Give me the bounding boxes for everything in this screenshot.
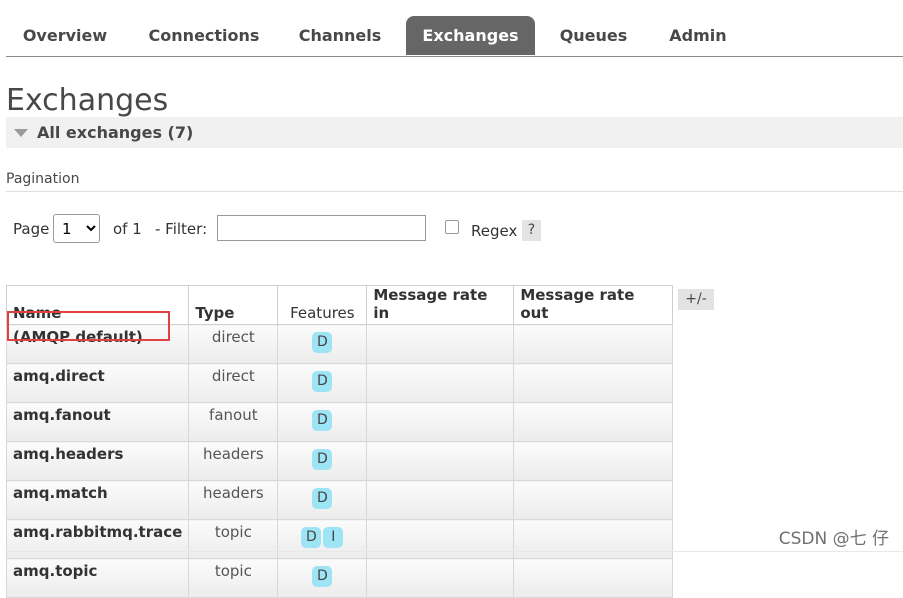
main-nav: Overview Connections Channels Exchanges … — [6, 16, 903, 57]
exchange-features: D — [277, 363, 368, 403]
toggle-columns-button[interactable]: +/- — [678, 289, 714, 310]
rate-in-cell — [366, 363, 515, 403]
exchange-features: D — [277, 480, 368, 520]
internal-badge: I — [323, 527, 344, 548]
exchange-type: direct — [188, 324, 279, 364]
filter-label: - Filter: — [155, 220, 208, 238]
exchange-type: topic — [188, 558, 279, 598]
exchange-name-link[interactable]: amq.topic — [5, 558, 190, 598]
durable-badge: D — [312, 566, 333, 587]
filter-input[interactable] — [217, 215, 426, 241]
column-header-rate-out[interactable]: Message rate out — [513, 285, 674, 325]
durable-badge: D — [301, 527, 322, 548]
exchange-features: D — [277, 324, 368, 364]
exchange-type: fanout — [188, 402, 279, 442]
rate-in-cell — [366, 402, 515, 442]
rate-out-cell — [513, 519, 674, 559]
all-exchanges-toggle[interactable]: All exchanges (7) — [6, 117, 903, 148]
rate-in-cell — [366, 519, 515, 559]
table-row: amq.match headers D — [5, 480, 674, 520]
divider — [6, 551, 903, 552]
column-header-rate-in[interactable]: Message rate in — [366, 285, 515, 325]
rate-out-cell — [513, 480, 674, 520]
exchange-type: direct — [188, 363, 279, 403]
page-title: Exchanges — [6, 83, 169, 118]
table-header-row: Name Type Features Message rate in Messa… — [5, 285, 674, 325]
section-label: All exchanges (7) — [37, 123, 194, 142]
table-row: amq.headers headers D — [5, 441, 674, 481]
exchange-name-link[interactable]: amq.match — [5, 480, 190, 520]
table-row: (AMQP default) direct D — [5, 324, 674, 364]
rate-in-cell — [366, 480, 515, 520]
watermark: CSDN @七 仔 — [778, 529, 889, 549]
page-select[interactable]: 1 — [53, 214, 100, 243]
tab-admin[interactable]: Admin — [654, 16, 742, 55]
rate-out-cell — [513, 324, 674, 364]
rate-out-cell — [513, 441, 674, 481]
regex-help-button[interactable]: ? — [522, 220, 541, 241]
rate-out-cell — [513, 402, 674, 442]
page-count-label: of 1 — [113, 220, 142, 238]
exchange-name-link[interactable]: amq.rabbitmq.trace — [5, 519, 190, 559]
exchange-type: headers — [188, 480, 279, 520]
pagination-heading: Pagination — [6, 168, 903, 192]
page-label: Page — [13, 220, 50, 238]
tab-connections[interactable]: Connections — [134, 16, 274, 55]
rate-out-cell — [513, 558, 674, 598]
exchange-name-link[interactable]: amq.fanout — [5, 402, 190, 442]
exchange-name-link[interactable]: amq.headers — [5, 441, 190, 481]
durable-badge: D — [312, 410, 333, 431]
exchange-features: DI — [277, 519, 368, 559]
rate-in-cell — [366, 324, 515, 364]
exchange-type: headers — [188, 441, 279, 481]
regex-label: Regex — [471, 222, 518, 240]
tab-overview[interactable]: Overview — [6, 16, 124, 55]
exchange-name-link[interactable]: (AMQP default) — [5, 324, 190, 364]
collapse-triangle-icon — [14, 129, 28, 137]
table-row: amq.topic topic D — [5, 558, 674, 598]
tab-exchanges[interactable]: Exchanges — [406, 16, 535, 55]
durable-badge: D — [312, 488, 333, 509]
table-row: amq.fanout fanout D — [5, 402, 674, 442]
tab-queues[interactable]: Queues — [546, 16, 641, 55]
rate-out-cell — [513, 363, 674, 403]
exchange-features: D — [277, 441, 368, 481]
exchange-features: D — [277, 558, 368, 598]
exchange-features: D — [277, 402, 368, 442]
rate-in-cell — [366, 441, 515, 481]
table-row: amq.direct direct D — [5, 363, 674, 403]
rate-in-cell — [366, 558, 515, 598]
table-row: amq.rabbitmq.trace topic DI — [5, 519, 674, 559]
exchange-type: topic — [188, 519, 279, 559]
column-header-name[interactable]: Name — [5, 285, 190, 325]
column-header-features[interactable]: Features — [277, 285, 368, 325]
exchange-name-link[interactable]: amq.direct — [5, 363, 190, 403]
durable-badge: D — [312, 332, 333, 353]
durable-badge: D — [312, 449, 333, 470]
column-header-type[interactable]: Type — [188, 285, 279, 325]
durable-badge: D — [312, 371, 333, 392]
tab-channels[interactable]: Channels — [286, 16, 394, 55]
regex-checkbox[interactable] — [445, 220, 459, 234]
